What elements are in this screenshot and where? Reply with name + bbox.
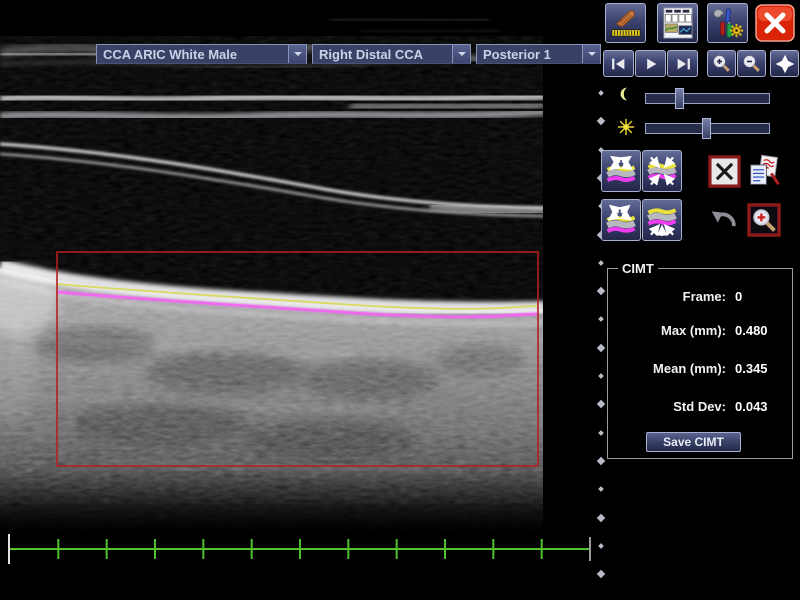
- play-button[interactable]: [635, 50, 666, 77]
- first-frame-icon: [608, 54, 630, 74]
- play-icon: [640, 54, 662, 74]
- save-cimt-button[interactable]: Save CIMT: [646, 432, 741, 452]
- last-frame-button[interactable]: [667, 50, 698, 77]
- detect-near-wall-icon: [605, 203, 637, 237]
- ultrasound-image[interactable]: [0, 0, 545, 532]
- moon-icon: [619, 86, 635, 102]
- magnify-roi-icon: [747, 203, 781, 237]
- scale-ruler: [0, 531, 600, 573]
- copy-to-report-icon: [747, 153, 781, 189]
- cimt-results-panel: CIMT Frame: 0 Max (mm): 0.480 Mean (mm):…: [607, 268, 793, 459]
- frame-label: Frame:: [608, 289, 726, 304]
- zoom-in-button[interactable]: [707, 50, 736, 77]
- segment-dropdown-value: Right Distal CCA: [313, 47, 423, 62]
- clear-measurement-icon: [708, 155, 741, 188]
- pan-arrows-icon: [774, 53, 796, 75]
- detect-far-wall-button[interactable]: [642, 199, 682, 241]
- protocol-dropdown-value: CCA ARIC White Male: [97, 47, 237, 62]
- zoom-in-icon: [711, 53, 733, 75]
- close-button[interactable]: [752, 3, 798, 43]
- clear-measurement-button[interactable]: [705, 150, 743, 192]
- chevron-down-icon: [452, 45, 470, 63]
- view-dropdown-value: Posterior 1: [477, 47, 551, 62]
- pan-button[interactable]: [770, 50, 799, 77]
- speckle-noise: [0, 36, 543, 504]
- contrast-slider[interactable]: [645, 93, 770, 104]
- detect-walls-expand-icon: [605, 154, 637, 188]
- detect-walls-expand-button[interactable]: [601, 150, 641, 192]
- app-window: CCA ARIC White Male Right Distal CCA Pos…: [0, 0, 800, 600]
- zoom-out-icon: [741, 53, 763, 75]
- max-value: 0.480: [735, 323, 768, 338]
- frame-value: 0: [735, 289, 742, 304]
- undo-button[interactable]: [705, 199, 743, 241]
- stddev-label: Std Dev:: [608, 399, 726, 414]
- bottom-fade: [0, 470, 545, 532]
- cimt-mean-row: Mean (mm): 0.345: [608, 361, 776, 376]
- cimt-max-row: Max (mm): 0.480: [608, 323, 776, 338]
- protocol-dropdown[interactable]: CCA ARIC White Male: [96, 44, 307, 64]
- contrast-slider-thumb[interactable]: [675, 88, 684, 109]
- probe-ruler-icon: [609, 6, 643, 40]
- segment-dropdown[interactable]: Right Distal CCA: [312, 44, 471, 64]
- image-right-edge: [543, 0, 545, 532]
- first-frame-button[interactable]: [603, 50, 634, 77]
- detect-near-wall-button[interactable]: [601, 199, 641, 241]
- max-label: Max (mm):: [608, 323, 726, 338]
- control-panel: CIMT Frame: 0 Max (mm): 0.480 Mean (mm):…: [600, 0, 800, 600]
- report-icon: [661, 6, 695, 40]
- view-dropdown[interactable]: Posterior 1: [476, 44, 601, 64]
- report-button[interactable]: [657, 3, 698, 43]
- detect-walls-contract-icon: [646, 154, 678, 188]
- brightness-slider-thumb[interactable]: [702, 118, 711, 139]
- undo-icon: [708, 204, 740, 236]
- settings-button[interactable]: [707, 3, 748, 43]
- cimt-panel-title: CIMT: [618, 261, 658, 276]
- magnify-roi-button[interactable]: [744, 199, 784, 241]
- stddev-value: 0.043: [735, 399, 768, 414]
- close-x-icon: [754, 4, 796, 42]
- zoom-out-button[interactable]: [737, 50, 766, 77]
- tools-icon: [711, 6, 745, 40]
- detect-walls-contract-button[interactable]: [642, 150, 682, 192]
- copy-to-report-button[interactable]: [744, 150, 784, 192]
- cimt-stddev-row: Std Dev: 0.043: [608, 399, 776, 414]
- brightness-slider[interactable]: [645, 123, 770, 134]
- chevron-down-icon: [288, 45, 306, 63]
- detect-far-wall-icon: [646, 203, 678, 237]
- cimt-frame-row: Frame: 0: [608, 289, 776, 304]
- last-frame-icon: [672, 54, 694, 74]
- mean-label: Mean (mm):: [608, 361, 726, 376]
- mean-value: 0.345: [735, 361, 768, 376]
- sun-icon: [617, 118, 635, 136]
- caliper-tool-button[interactable]: [605, 3, 646, 43]
